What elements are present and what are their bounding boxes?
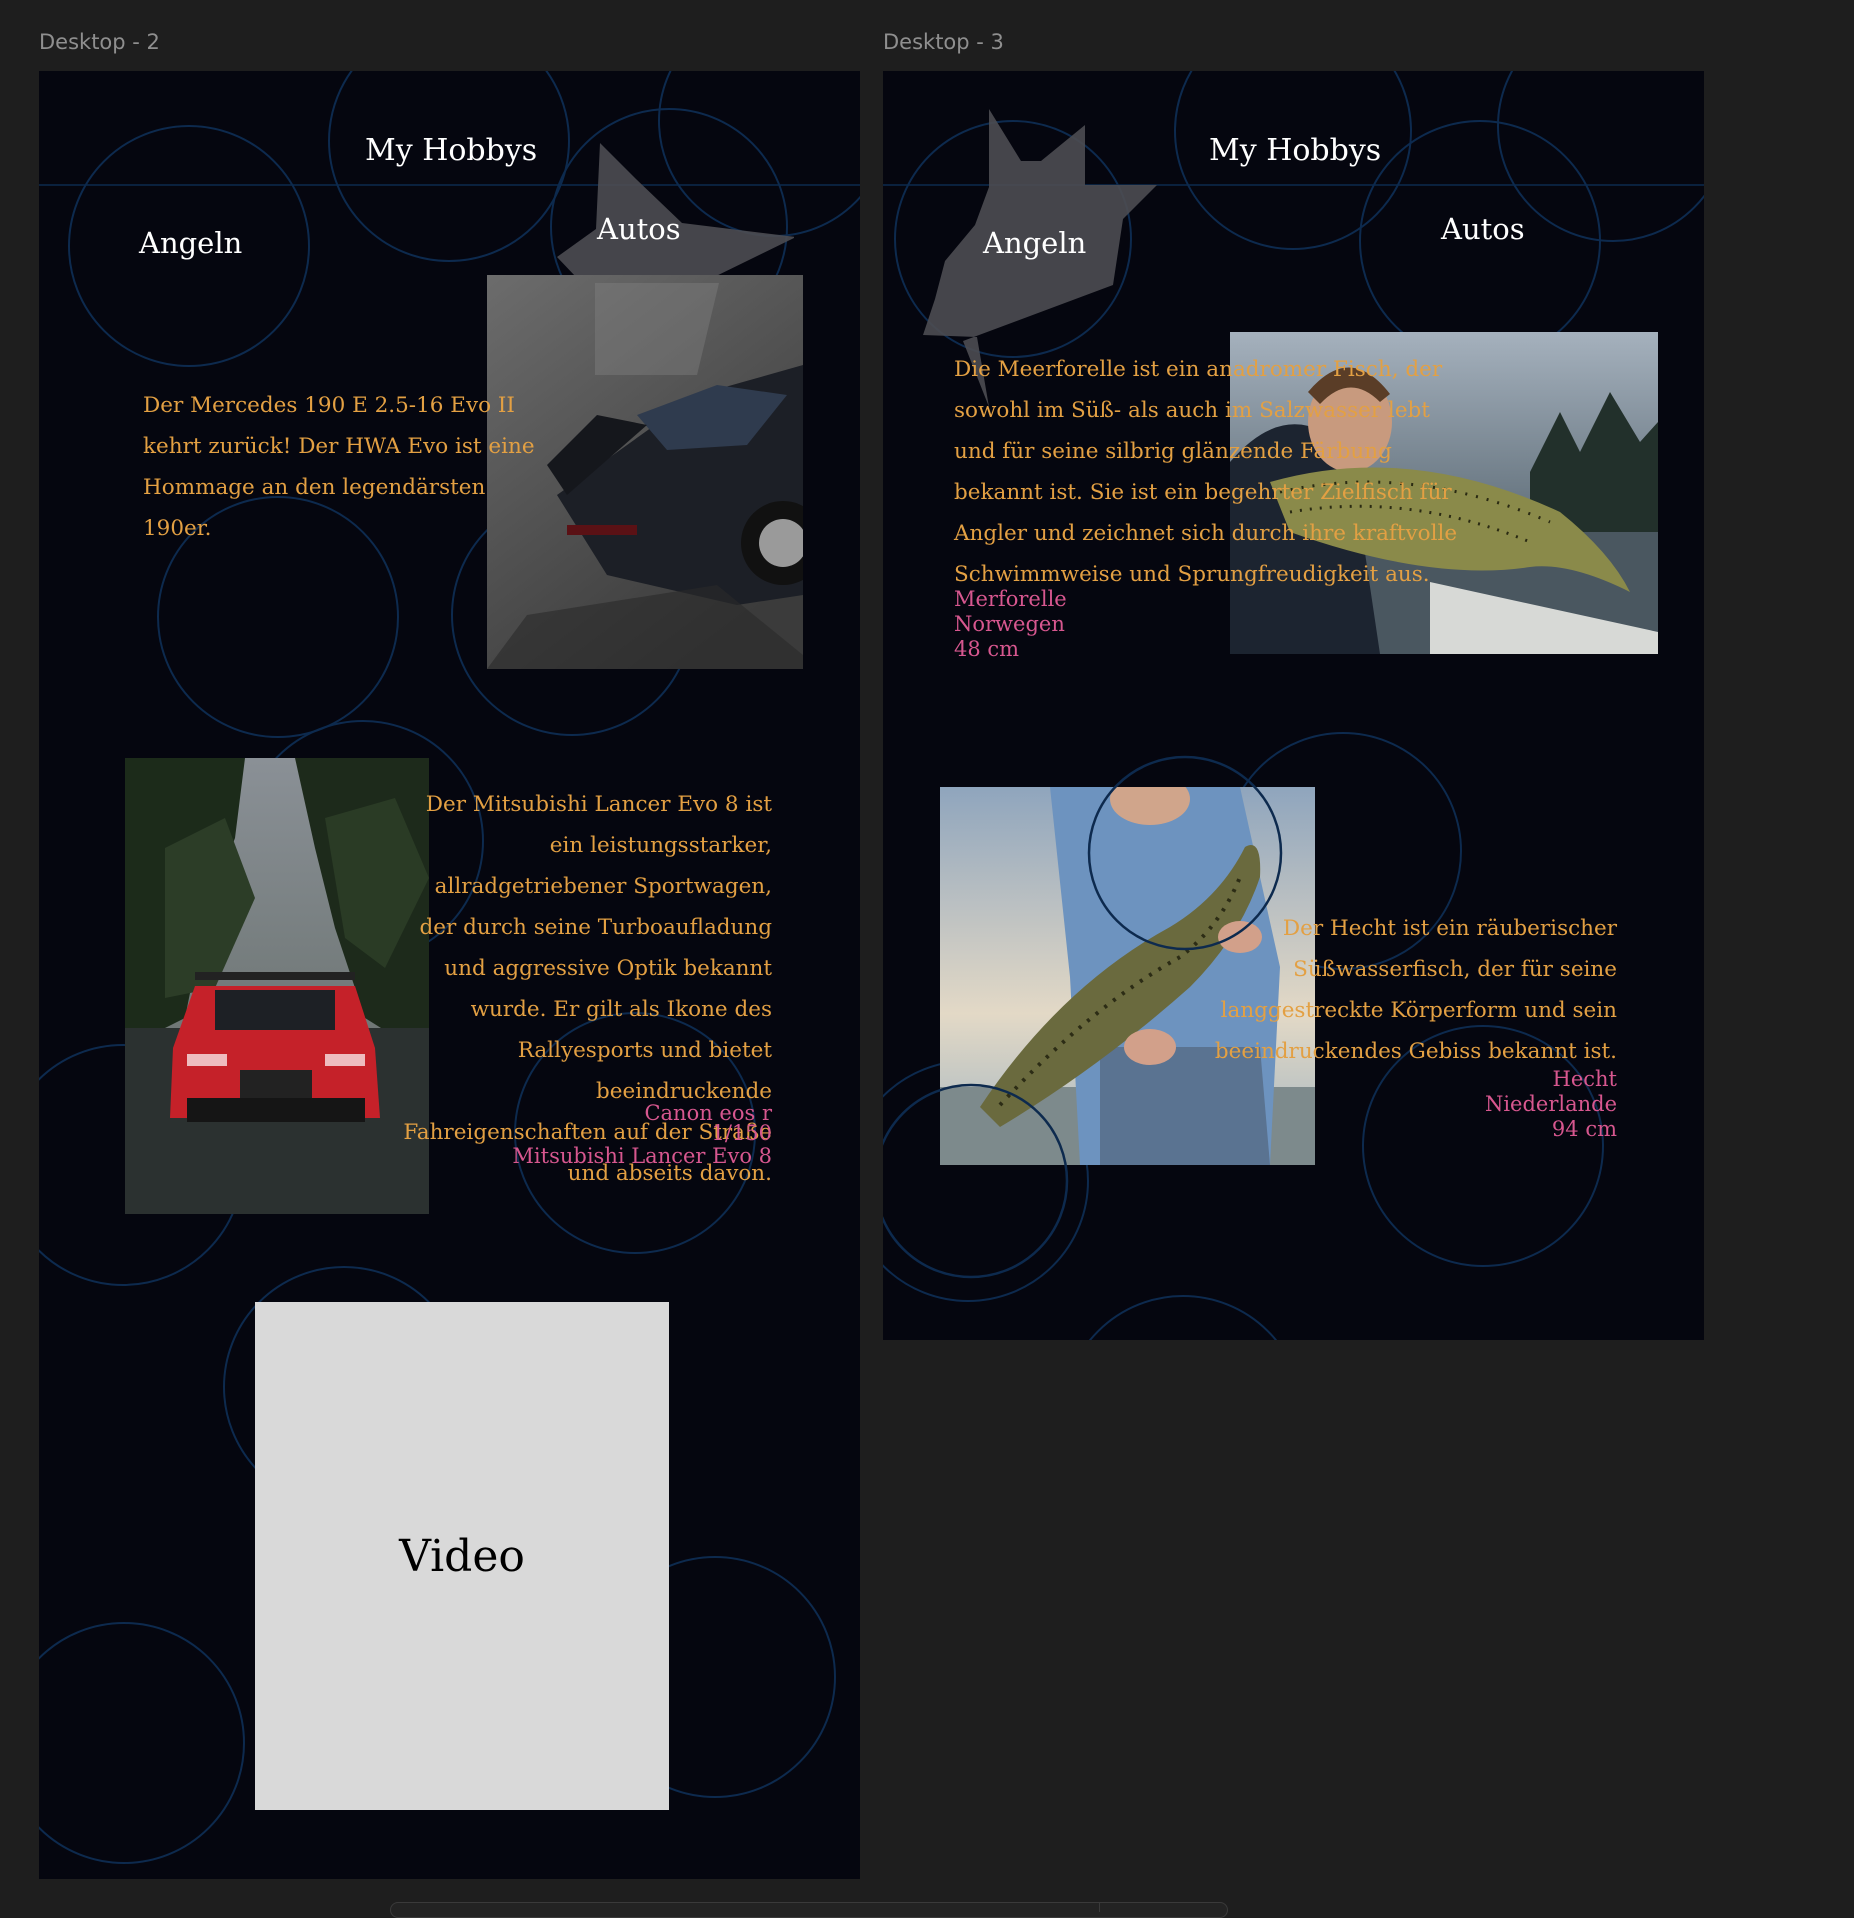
bottom-toolbar[interactable]	[390, 1902, 1228, 1918]
trout-location-label: Norwegen	[954, 612, 1065, 636]
nav-link-angeln[interactable]: Angeln	[983, 226, 1086, 260]
pike-description: Der Hecht ist ein räuberischer Süßwasser…	[1214, 916, 1617, 1064]
car-model-label: Mitsubishi Lancer Evo 8	[512, 1144, 772, 1168]
shutter-speed-label: 1/150	[711, 1121, 772, 1145]
page-title: My Hobbys	[1209, 133, 1382, 168]
trout-size-label: 48 cm	[954, 637, 1020, 661]
video-label: Video	[399, 1530, 525, 1582]
trout-description: Die Meerforelle ist ein anadromer Fisch,…	[954, 357, 1458, 587]
video-placeholder[interactable]: Video	[255, 1302, 669, 1810]
nav-link-autos[interactable]: Autos	[597, 212, 681, 246]
page-title: My Hobbys	[365, 133, 538, 168]
frame-desktop-2[interactable]: My Hobbys Angeln Autos Der Mercedes 190 …	[39, 71, 860, 1879]
camera-model-label: Canon eos r	[644, 1101, 772, 1125]
pike-location-label: Niederlande	[1484, 1092, 1617, 1116]
frame-label-desktop-2[interactable]: Desktop - 2	[39, 30, 160, 54]
mitsubishi-lancer-photo	[125, 758, 429, 1214]
pike-species-label: Hecht	[1552, 1067, 1617, 1091]
nav-link-angeln[interactable]: Angeln	[139, 226, 242, 260]
nav-link-autos[interactable]: Autos	[1441, 212, 1525, 246]
frame-label-desktop-3[interactable]: Desktop - 3	[883, 30, 1004, 54]
mercedes-description: Der Mercedes 190 E 2.5-16 Evo II kehrt z…	[143, 393, 535, 541]
frame-desktop-3[interactable]: My Hobbys Angeln Autos Die Meerforelle i…	[883, 71, 1704, 1340]
trout-species-label: Merforelle	[954, 587, 1067, 611]
pike-size-label: 94 cm	[1551, 1117, 1617, 1141]
toolbar-divider	[1099, 1902, 1100, 1912]
